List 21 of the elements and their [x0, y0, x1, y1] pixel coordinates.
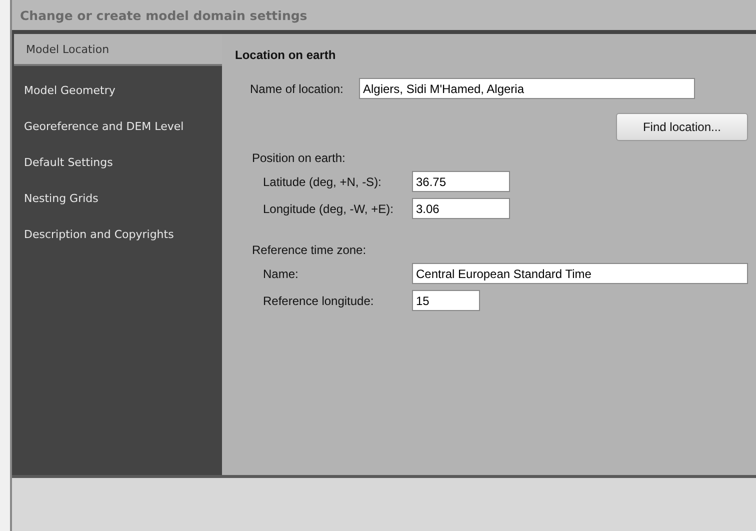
input-field[interactable]: 36.75 [412, 171, 510, 192]
input-field[interactable]: Central European Standard Time [412, 263, 748, 284]
group-label: Reference time zone: [251, 243, 368, 257]
sidebar-item[interactable]: Default Settings [12, 144, 222, 180]
sidebar-item[interactable]: Description and Copyrights [12, 216, 222, 252]
sidebar-item[interactable]: Model Geometry [12, 72, 222, 108]
field-label: Latitude (deg, +N, -S): [262, 174, 382, 188]
sidebar-item[interactable]: Nesting Grids [12, 180, 222, 216]
input-field[interactable]: Algiers, Sidi M'Hamed, Algeria [359, 78, 695, 99]
window-title: Change or create model domain settings [20, 8, 308, 22]
field-label: Longitude (deg, -W, +E): [262, 202, 394, 216]
input-field[interactable]: 15 [412, 290, 480, 311]
input-field[interactable]: 3.06 [412, 198, 510, 219]
field-label: Reference longitude: [262, 294, 375, 308]
find-location-button[interactable]: Find location... [616, 113, 748, 141]
section-heading: Location on earth [235, 48, 337, 62]
sidebar-item[interactable]: Georeference and DEM Level [12, 108, 222, 144]
field-label: Name: [262, 266, 300, 280]
field-label: Name of location: [249, 82, 344, 96]
group-label: Position on earth: [251, 151, 346, 165]
sidebar-item[interactable]: Model Location [14, 34, 222, 66]
